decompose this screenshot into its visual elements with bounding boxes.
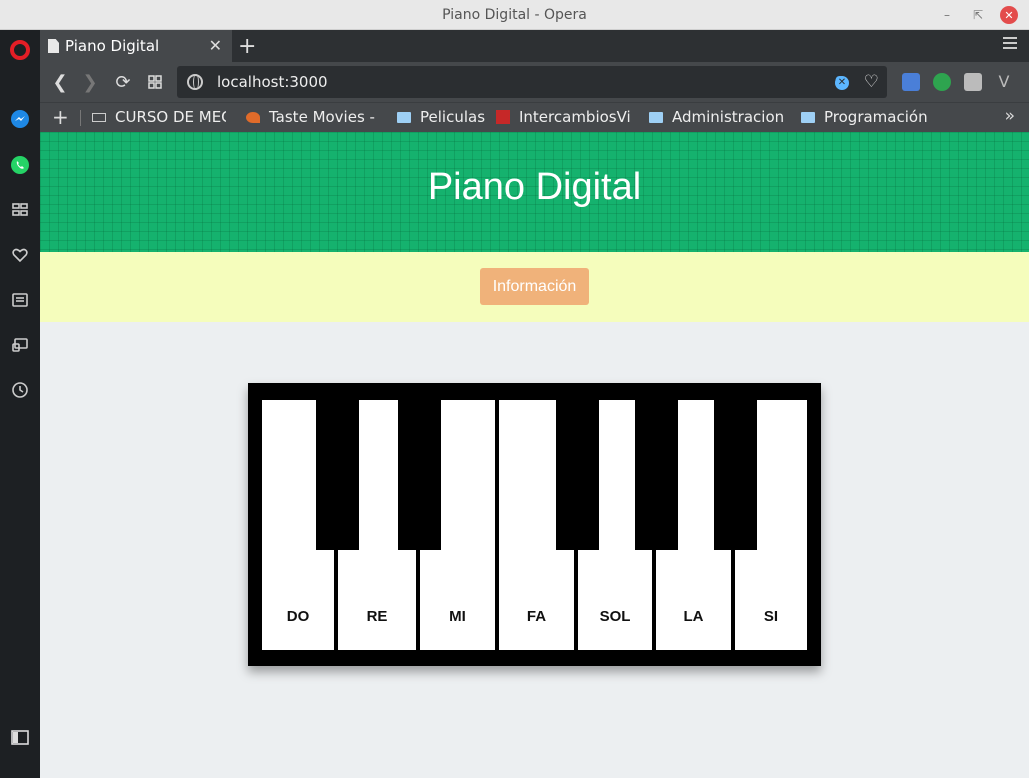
news-icon[interactable] <box>8 288 32 312</box>
tabs-icon[interactable] <box>8 333 32 357</box>
info-bar: Información <box>40 252 1029 322</box>
tab-label: Piano Digital <box>65 37 160 55</box>
vivaldi-v-icon[interactable]: V <box>995 73 1013 91</box>
bookmark-label: Administracion y <box>672 108 783 126</box>
bookmark-label: CURSO DE MEC <box>115 108 226 126</box>
tab-grid-icon[interactable] <box>143 70 167 94</box>
folder-icon <box>649 111 663 123</box>
black-key[interactable] <box>556 400 599 550</box>
forward-icon[interactable]: ❯ <box>78 70 102 94</box>
bookmarks-bar: + CURSO DE MEC Taste Movies - F Pelicula… <box>40 102 1029 132</box>
translate-extension-icon[interactable] <box>902 73 920 91</box>
page-content: Piano Digital Información DO RE MI FA SO… <box>40 132 1029 778</box>
minimize-button[interactable]: – <box>938 6 956 24</box>
black-key[interactable] <box>714 400 757 550</box>
black-key[interactable] <box>316 400 359 550</box>
piano-keyboard: DO RE MI FA SOL LA SI <box>248 383 821 666</box>
key-label: MI <box>449 608 466 625</box>
close-window-button[interactable]: ✕ <box>1000 6 1018 24</box>
bookmark-label: Programación <box>824 108 928 126</box>
browser-toolbar: ❮ ❯ ⟳ localhost:3000 0 ✕ ♡ V <box>40 62 1029 102</box>
bookmark-heart-icon[interactable]: ♡ <box>864 72 879 92</box>
key-label: RE <box>366 608 388 625</box>
window-titlebar: Piano Digital - Opera – ⇱ ✕ <box>0 0 1029 30</box>
speed-dial-icon[interactable] <box>8 198 32 222</box>
black-key[interactable] <box>635 400 678 550</box>
document-icon <box>48 39 59 53</box>
page-title: Piano Digital <box>427 166 642 208</box>
black-key[interactable] <box>398 400 441 550</box>
bookmark-item[interactable]: CURSO DE MEC <box>92 108 226 126</box>
bookmark-item[interactable]: Taste Movies - F <box>246 108 380 126</box>
maximize-button[interactable]: ⇱ <box>969 6 987 24</box>
extension-d-icon[interactable] <box>933 73 951 91</box>
whatsapp-icon[interactable] <box>8 153 32 177</box>
page-header: Piano Digital <box>40 132 1029 252</box>
folder-icon <box>801 111 815 123</box>
opera-sidebar <box>0 30 40 778</box>
window-title: Piano Digital - Opera <box>442 7 587 23</box>
bookmark-item[interactable]: Peliculas <box>397 108 497 126</box>
key-label: SI <box>763 608 779 625</box>
new-tab-button[interactable]: + <box>238 34 256 59</box>
sidebar-toggle-icon[interactable] <box>8 726 32 750</box>
globe-icon <box>187 74 203 90</box>
reader-icon[interactable] <box>964 73 982 91</box>
close-tab-icon[interactable]: ✕ <box>209 36 222 55</box>
key-label: SOL <box>599 608 631 625</box>
key-label: FA <box>526 608 547 625</box>
opera-logo-icon[interactable] <box>8 38 32 62</box>
key-label: DO <box>286 608 310 625</box>
heart-icon[interactable] <box>8 243 32 267</box>
bookmark-label: Peliculas <box>420 108 486 126</box>
ad-block-icon[interactable]: ✕ <box>835 76 849 90</box>
bookmark-separator <box>80 110 81 126</box>
add-bookmark-button[interactable]: + <box>52 105 69 129</box>
iv-icon <box>496 110 510 124</box>
bookmark-label: Taste Movies - F <box>269 108 380 126</box>
tab-piano-digital[interactable]: Piano Digital ✕ <box>40 30 232 62</box>
back-icon[interactable]: ❮ <box>48 70 72 94</box>
info-button[interactable]: Información <box>480 268 589 305</box>
more-bookmarks-icon[interactable]: » <box>1005 106 1015 126</box>
tab-strip: Piano Digital ✕ + <box>40 30 1029 62</box>
taste-movies-icon <box>246 111 260 123</box>
messenger-icon[interactable] <box>8 107 32 131</box>
tab-menu-icon[interactable] <box>1003 37 1017 52</box>
reload-icon[interactable]: ⟳ <box>111 70 135 94</box>
bookmark-item[interactable]: Programación <box>801 108 941 126</box>
bookmark-label: IntercambiosVirt <box>519 108 630 126</box>
bookmark-item[interactable]: IntercambiosVirt <box>496 108 630 126</box>
bookmark-item[interactable]: Administracion y <box>649 108 783 126</box>
folder-icon <box>397 111 411 123</box>
key-label: LA <box>683 608 704 625</box>
url-text[interactable]: localhost:3000 <box>217 73 328 91</box>
keyboard-icon <box>92 112 106 122</box>
history-icon[interactable] <box>8 378 32 402</box>
address-bar[interactable]: localhost:3000 0 ✕ ♡ <box>177 66 887 98</box>
